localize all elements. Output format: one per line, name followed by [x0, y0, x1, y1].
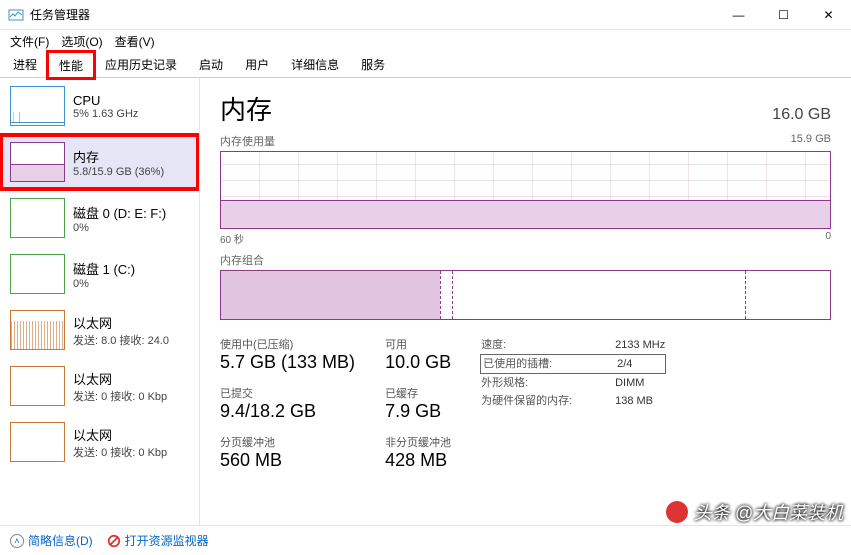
- sidebar-item-memory[interactable]: 内存5.8/15.9 GB (36%): [0, 134, 199, 190]
- sidebar-item-disk0[interactable]: 磁盘 0 (D: E: F:)0%: [0, 190, 199, 246]
- cached-value: 7.9 GB: [385, 401, 451, 422]
- tab-details[interactable]: 详细信息: [280, 51, 350, 77]
- reserved-value: 138 MB: [615, 392, 653, 410]
- memory-thumb-icon: [10, 142, 65, 182]
- avail-value: 10.0 GB: [385, 352, 451, 373]
- stats: 使用中(已压缩)5.7 GB (133 MB) 已提交9.4/18.2 GB 分…: [220, 336, 831, 471]
- tab-services[interactable]: 服务: [350, 51, 396, 77]
- usage-chart-max: 15.9 GB: [791, 133, 831, 149]
- avail-label: 可用: [385, 336, 451, 352]
- tab-processes[interactable]: 进程: [2, 51, 48, 77]
- compo-chart-label: 内存组合: [220, 252, 264, 268]
- memory-composition-chart: [220, 270, 831, 320]
- menu-options[interactable]: 选项(O): [55, 31, 108, 52]
- usage-chart-label: 内存使用量: [220, 133, 275, 149]
- menu-view[interactable]: 查看(V): [109, 31, 161, 52]
- app-icon: [8, 7, 24, 23]
- chevron-up-icon: ˄: [10, 534, 24, 548]
- sidebar-item-eth2[interactable]: 以太网发送: 0 接收: 0 Kbp: [0, 414, 199, 470]
- memory-usage-chart: [220, 151, 831, 229]
- ethernet-thumb-icon: [10, 310, 65, 350]
- axis-right: 0: [825, 231, 831, 246]
- inuse-value: 5.7 GB (133 MB): [220, 352, 355, 373]
- axis-left: 60 秒: [220, 231, 244, 246]
- watermark: 头条 @大白菜装机: [666, 499, 843, 525]
- ethernet-thumb-icon: [10, 366, 65, 406]
- tab-history[interactable]: 应用历史记录: [94, 51, 188, 77]
- paged-value: 560 MB: [220, 450, 355, 471]
- disk-thumb-icon: [10, 198, 65, 238]
- close-button[interactable]: ✕: [806, 0, 851, 29]
- sidebar-item-eth1[interactable]: 以太网发送: 0 接收: 0 Kbp: [0, 358, 199, 414]
- brief-toggle[interactable]: ˄ 简略信息(D): [10, 532, 93, 549]
- maximize-button[interactable]: ☐: [761, 0, 806, 29]
- tab-startup[interactable]: 启动: [188, 51, 234, 77]
- speed-value: 2133 MHz: [615, 336, 665, 354]
- window-title: 任务管理器: [30, 6, 716, 23]
- sidebar: CPU5% 1.63 GHz 内存5.8/15.9 GB (36%) 磁盘 0 …: [0, 78, 200, 525]
- menu-file[interactable]: 文件(F): [4, 31, 55, 52]
- menubar: 文件(F) 选项(O) 查看(V): [0, 30, 851, 52]
- tab-users[interactable]: 用户: [234, 51, 280, 77]
- commit-label: 已提交: [220, 385, 355, 401]
- detail-title: 内存: [220, 90, 272, 127]
- inuse-label: 使用中(已压缩): [220, 336, 355, 352]
- resmon-icon: [107, 534, 121, 548]
- commit-value: 9.4/18.2 GB: [220, 401, 355, 422]
- main: CPU5% 1.63 GHz 内存5.8/15.9 GB (36%) 磁盘 0 …: [0, 78, 851, 525]
- detail-pane: 内存 16.0 GB 内存使用量 15.9 GB 60 秒 0 内存组合 使用中…: [200, 78, 851, 525]
- sidebar-item-disk1[interactable]: 磁盘 1 (C:)0%: [0, 246, 199, 302]
- slots-value: 2/4: [617, 355, 632, 373]
- watermark-logo-icon: [666, 501, 688, 523]
- cached-label: 已缓存: [385, 385, 451, 401]
- tabbar: 进程 性能 应用历史记录 启动 用户 详细信息 服务: [0, 52, 851, 78]
- memory-total: 16.0 GB: [772, 106, 831, 124]
- nonpaged-value: 428 MB: [385, 450, 451, 471]
- disk-thumb-icon: [10, 254, 65, 294]
- paged-label: 分页缓冲池: [220, 434, 355, 450]
- minimize-button[interactable]: —: [716, 0, 761, 29]
- ethernet-thumb-icon: [10, 422, 65, 462]
- statusbar: ˄ 简略信息(D) 打开资源监视器: [0, 525, 851, 555]
- titlebar: 任务管理器 — ☐ ✕: [0, 0, 851, 30]
- sidebar-item-eth0[interactable]: 以太网发送: 8.0 接收: 24.0: [0, 302, 199, 358]
- sidebar-item-cpu[interactable]: CPU5% 1.63 GHz: [0, 78, 199, 134]
- formfactor-value: DIMM: [615, 374, 644, 392]
- tab-performance[interactable]: 性能: [48, 52, 94, 78]
- open-resmon-link[interactable]: 打开资源监视器: [107, 532, 209, 549]
- nonpaged-label: 非分页缓冲池: [385, 434, 451, 450]
- cpu-thumb-icon: [10, 86, 65, 126]
- memory-info-grid: 速度:2133 MHz 已使用的插槽:2/4 外形规格:DIMM 为硬件保留的内…: [481, 336, 665, 471]
